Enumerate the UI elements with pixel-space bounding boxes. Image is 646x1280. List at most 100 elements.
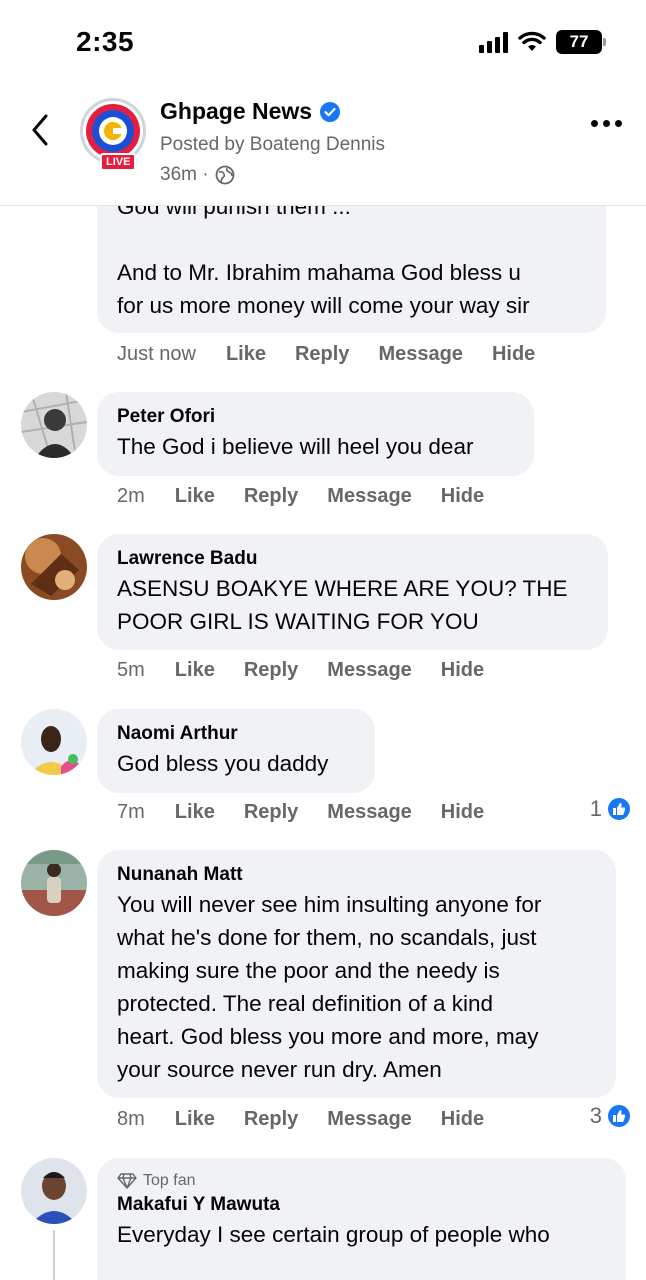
status-time: 2:35 bbox=[76, 26, 135, 57]
comment-text: You will never see him insulting anyone … bbox=[117, 888, 596, 1086]
like-thumb-icon bbox=[606, 1103, 632, 1129]
message-button[interactable]: Message bbox=[327, 801, 412, 824]
back-arrow-icon bbox=[32, 114, 48, 146]
posted-by: Posted by Boateng Dennis bbox=[160, 134, 385, 155]
comment-actions: 7m Like Reply Message Hide bbox=[117, 801, 513, 824]
comment-line: God will punish them ... bbox=[117, 206, 351, 219]
avatar-image bbox=[21, 1158, 87, 1224]
comment-author[interactable]: Nunanah Matt bbox=[117, 862, 596, 888]
comment-time: 5m bbox=[117, 659, 145, 681]
avatar[interactable] bbox=[21, 850, 87, 916]
reply-button[interactable]: Reply bbox=[295, 343, 349, 366]
reaction-count[interactable]: 1 bbox=[590, 796, 632, 822]
comment-time: 8m bbox=[117, 1108, 145, 1130]
top-fan-label: Top fan bbox=[143, 1172, 196, 1189]
diamond-icon bbox=[117, 1173, 137, 1189]
page-avatar[interactable]: LIVE bbox=[80, 98, 146, 171]
avatar[interactable] bbox=[21, 709, 87, 775]
comment-time: 7m bbox=[117, 801, 145, 823]
globe-icon bbox=[215, 165, 234, 185]
comment-actions: Just now Like Reply Message Hide bbox=[117, 343, 564, 366]
comment-line: for us more money will come your way sir bbox=[117, 293, 530, 318]
comment-line: heart. God bless you more and more, may bbox=[117, 1024, 539, 1049]
post-time-text: 36m · bbox=[160, 164, 209, 185]
message-button[interactable]: Message bbox=[327, 1108, 412, 1131]
avatar[interactable] bbox=[21, 392, 87, 458]
signal-icon bbox=[479, 31, 508, 53]
avatar-image bbox=[21, 392, 87, 458]
reply-button[interactable]: Reply bbox=[244, 1108, 298, 1131]
wifi-icon bbox=[518, 31, 546, 51]
reply-button[interactable]: Reply bbox=[244, 485, 298, 508]
more-dots-icon bbox=[591, 120, 598, 127]
comment-time: Just now bbox=[117, 343, 196, 365]
message-button[interactable]: Message bbox=[378, 343, 463, 366]
avatar-image bbox=[21, 709, 87, 775]
comment-bubble[interactable]: Lawrence Badu ASENSU BOAKYE WHERE ARE YO… bbox=[97, 534, 608, 650]
hide-button[interactable]: Hide bbox=[441, 1108, 484, 1131]
comment-text: God will punish them ... And to Mr. Ibra… bbox=[117, 206, 586, 322]
reaction-count-text: 3 bbox=[589, 1103, 602, 1128]
status-bar: 2:35 77 bbox=[0, 0, 646, 84]
like-button[interactable]: Like bbox=[226, 343, 266, 366]
hide-button[interactable]: Hide bbox=[441, 659, 484, 682]
like-button[interactable]: Like bbox=[175, 1108, 215, 1131]
like-button[interactable]: Like bbox=[175, 801, 215, 824]
comment-line: what he's done for them, no scandals, ju… bbox=[117, 925, 537, 950]
comment-line: POOR GIRL IS WAITING FOR YOU bbox=[117, 609, 479, 634]
hide-button[interactable]: Hide bbox=[492, 343, 535, 366]
ghpage-logo-icon bbox=[86, 104, 140, 158]
avatar[interactable] bbox=[21, 1158, 87, 1224]
comment-author[interactable]: Lawrence Badu bbox=[117, 546, 588, 572]
comment-line: ASENSU BOAKYE WHERE ARE YOU? THE bbox=[117, 576, 568, 601]
live-badge: LIVE bbox=[100, 153, 137, 171]
thread-line bbox=[53, 1230, 55, 1280]
comment-line: And to Mr. Ibrahim mahama God bless u bbox=[117, 260, 521, 285]
reaction-count-text: 1 bbox=[589, 796, 602, 821]
page-name-text[interactable]: Ghpage News bbox=[160, 98, 312, 125]
reply-button[interactable]: Reply bbox=[244, 801, 298, 824]
comments-list[interactable]: God will punish them ... And to Mr. Ibra… bbox=[0, 206, 646, 1280]
status-icons: 77 bbox=[479, 30, 606, 54]
more-options-button[interactable] bbox=[591, 120, 622, 127]
comment-actions: 8m Like Reply Message Hide bbox=[117, 1108, 513, 1131]
post-header: LIVE Ghpage News Posted by Boateng Denni… bbox=[0, 84, 646, 206]
top-fan-badge: Top fan bbox=[117, 1170, 606, 1192]
battery-icon: 77 bbox=[556, 30, 606, 54]
comment-author[interactable]: Naomi Arthur bbox=[117, 721, 355, 747]
comment-text: The God i believe will heel you dear bbox=[117, 434, 474, 459]
comment-line: You will never see him insulting anyone … bbox=[117, 892, 542, 917]
back-button[interactable] bbox=[22, 110, 58, 150]
comment-time: 2m bbox=[117, 485, 145, 507]
hide-button[interactable]: Hide bbox=[441, 801, 484, 824]
comment-author[interactable]: Peter Ofori bbox=[117, 404, 514, 430]
comment-line: making sure the poor and the needy is bbox=[117, 958, 500, 983]
like-thumb-icon bbox=[606, 796, 632, 822]
comment-bubble[interactable]: God will punish them ... And to Mr. Ibra… bbox=[97, 206, 606, 333]
comment-text: Everyday I see certain group of people w… bbox=[117, 1222, 550, 1247]
avatar[interactable] bbox=[21, 534, 87, 600]
message-button[interactable]: Message bbox=[327, 659, 412, 682]
comment-author[interactable]: Makafui Y Mawuta bbox=[117, 1192, 606, 1218]
comment-bubble[interactable]: Peter Ofori The God i believe will heel … bbox=[97, 392, 534, 476]
comment-actions: 5m Like Reply Message Hide bbox=[117, 659, 513, 682]
comment-line bbox=[117, 223, 586, 256]
comment-bubble[interactable]: Nunanah Matt You will never see him insu… bbox=[97, 850, 616, 1098]
avatar-image bbox=[21, 534, 87, 600]
comment-line: your source never run dry. Amen bbox=[117, 1057, 442, 1082]
comment-actions: 2m Like Reply Message Hide bbox=[117, 485, 513, 508]
comment-line: protected. The real definition of a kind bbox=[117, 991, 494, 1016]
reaction-count[interactable]: 3 bbox=[590, 1103, 632, 1129]
message-button[interactable]: Message bbox=[327, 485, 412, 508]
like-button[interactable]: Like bbox=[175, 485, 215, 508]
like-button[interactable]: Like bbox=[175, 659, 215, 682]
reply-button[interactable]: Reply bbox=[244, 659, 298, 682]
hide-button[interactable]: Hide bbox=[441, 485, 484, 508]
comment-text: ASENSU BOAKYE WHERE ARE YOU? THE POOR GI… bbox=[117, 572, 588, 638]
comment-bubble[interactable]: Top fan Makafui Y Mawuta Everyday I see … bbox=[97, 1158, 626, 1280]
comment-bubble[interactable] bbox=[97, 1266, 626, 1280]
avatar-image bbox=[21, 850, 87, 916]
comment-bubble[interactable]: Naomi Arthur God bless you daddy bbox=[97, 709, 375, 793]
post-time: 36m · bbox=[160, 164, 235, 186]
page-name[interactable]: Ghpage News bbox=[160, 98, 341, 125]
